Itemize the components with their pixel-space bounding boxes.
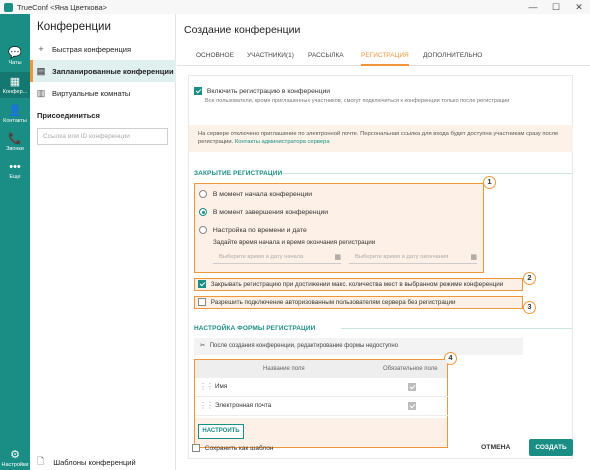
maximize-button[interactable]: ☐ bbox=[545, 0, 567, 14]
tab-registration[interactable]: РЕГИСТРАЦИЯ bbox=[361, 46, 409, 66]
section-divider bbox=[283, 173, 573, 174]
app-logo-icon bbox=[4, 2, 13, 12]
admin-contacts-link[interactable]: Контакты администратора сервера bbox=[235, 139, 330, 145]
scissors-icon: ✂ bbox=[200, 343, 206, 349]
conference-id-input[interactable]: Ссылка или ID конференции bbox=[37, 128, 168, 145]
sidebar-item-virtual-rooms[interactable]: ▥ Виртуальные комнаты bbox=[30, 82, 176, 104]
sidebar-item-templates[interactable]: 🗋 Шаблоны конференций bbox=[37, 454, 136, 470]
radio-custom[interactable] bbox=[199, 226, 207, 234]
create-button[interactable]: СОЗДАТЬ bbox=[529, 439, 573, 456]
callout-badge-2: 2 bbox=[523, 272, 536, 285]
table-row[interactable]: ⋮⋮ Имя bbox=[195, 378, 448, 397]
column-header-required: Обязательное поле bbox=[383, 360, 438, 378]
registration-form-table: Название поля Обязательное поле ⋮⋮ Имя ⋮… bbox=[195, 360, 448, 418]
configure-button[interactable]: НАСТРОИТЬ bbox=[198, 424, 244, 439]
tab-bar: ОСНОВНОЕ УЧАСТНИКИ(1) РАССЫЛКА РЕГИСТРАЦ… bbox=[177, 46, 590, 66]
radio-start[interactable] bbox=[199, 190, 207, 198]
column-header-name: Название поля bbox=[263, 360, 305, 378]
page-title: Создание конференции bbox=[184, 24, 301, 36]
required-checkbox-disabled bbox=[408, 402, 416, 410]
sidebar-item-scheduled-conferences[interactable]: ▤ Запланированные конференции bbox=[30, 60, 176, 82]
rail-item-conferences[interactable]: ▦ Конфер... bbox=[0, 72, 30, 98]
tab-general[interactable]: ОСНОВНОЕ bbox=[196, 46, 234, 66]
close-on-max-checkbox[interactable] bbox=[198, 280, 206, 288]
tab-mailing[interactable]: РАССЫЛКА bbox=[308, 46, 344, 66]
more-icon: ••• bbox=[9, 161, 21, 173]
end-datetime-picker[interactable]: Выберите время и дату окончания ▦ bbox=[349, 252, 477, 264]
allow-auth-row[interactable]: Разрешить подключение авторизованным пол… bbox=[198, 298, 455, 306]
calendar-icon: ▦ bbox=[334, 254, 341, 261]
template-icon: 🗋 bbox=[37, 456, 45, 466]
rail-item-contacts[interactable]: 👤 Контакты bbox=[0, 102, 30, 126]
sidebar-item-quick-conference[interactable]: + Быстрая конференция bbox=[30, 38, 176, 60]
save-template-row[interactable]: Сохранить как шаблон bbox=[192, 444, 274, 452]
room-icon: ▥ bbox=[36, 87, 46, 98]
gear-icon: ⚙ bbox=[10, 449, 20, 461]
close-registration-section-title: ЗАКРЫТИЕ РЕГИСТРАЦИИ bbox=[194, 170, 283, 177]
rail-item-chats[interactable]: 💬 Чаты bbox=[0, 44, 30, 68]
cancel-button[interactable]: ОТМЕНА bbox=[481, 444, 510, 451]
form-locked-notice: ✂ После создания конференции, редактиров… bbox=[194, 338, 523, 355]
time-range-hint: Задайте время начала и время окончания р… bbox=[213, 239, 376, 246]
registration-panel: Включить регистрацию в конференции Все п… bbox=[188, 75, 573, 459]
form-section-title: НАСТРОЙКА ФОРМЫ РЕГИСТРАЦИИ bbox=[194, 325, 316, 332]
callout-badge-1: 1 bbox=[483, 176, 496, 189]
close-button[interactable]: ✕ bbox=[568, 0, 590, 14]
required-checkbox-disabled bbox=[408, 383, 416, 391]
minimize-button[interactable]: — bbox=[522, 0, 544, 14]
tab-participants[interactable]: УЧАСТНИКИ(1) bbox=[247, 46, 294, 66]
rail-item-calls[interactable]: 📞 Звонки bbox=[0, 130, 30, 154]
enable-registration-hint: Все пользователи, кроме приглашенных уча… bbox=[205, 98, 510, 104]
chat-icon: 💬 bbox=[8, 47, 22, 59]
radio-option-custom[interactable]: Настройка по времени и дате bbox=[199, 226, 307, 234]
radio-end[interactable] bbox=[199, 208, 207, 216]
rail-item-settings[interactable]: ⚙ Настройки bbox=[0, 446, 30, 470]
nav-rail: 💬 Чаты ▦ Конфер... 👤 Контакты 📞 Звонки •… bbox=[0, 14, 30, 470]
conference-icon: ▦ bbox=[9, 76, 21, 88]
radio-option-start[interactable]: В момент начала конференции bbox=[199, 190, 312, 198]
plus-icon: + bbox=[38, 44, 44, 54]
calendar-icon: ▦ bbox=[470, 254, 477, 261]
allow-auth-checkbox[interactable] bbox=[198, 298, 206, 306]
drag-handle-icon[interactable]: ⋮⋮ bbox=[199, 401, 214, 410]
join-label: Присоединиться bbox=[37, 111, 100, 120]
info-notice: На сервере отключено приглашение по элек… bbox=[189, 125, 573, 152]
radio-option-end[interactable]: В момент завершения конференции bbox=[199, 208, 328, 216]
window-title: TrueConf <Яна Цветкова> bbox=[17, 2, 108, 12]
calendar-list-icon: ▤ bbox=[36, 65, 46, 76]
title-bar: TrueConf <Яна Цветкова> bbox=[0, 0, 590, 14]
phone-icon: 📞 bbox=[8, 133, 22, 145]
start-datetime-picker[interactable]: Выберите время и дату начала ▦ bbox=[213, 252, 341, 264]
drag-handle-icon[interactable]: ⋮⋮ bbox=[199, 382, 214, 391]
conferences-sidebar: Конференции + Быстрая конференция ▤ Запл… bbox=[30, 14, 176, 470]
save-template-checkbox[interactable] bbox=[192, 444, 200, 452]
create-conference-view: Создание конференции ОСНОВНОЕ УЧАСТНИКИ(… bbox=[177, 14, 590, 470]
close-on-max-row[interactable]: Закрывать регистрацию при достижении мак… bbox=[198, 280, 503, 288]
tab-additional[interactable]: ДОПОЛНИТЕЛЬНО bbox=[423, 46, 482, 66]
contacts-icon: 👤 bbox=[8, 105, 22, 117]
enable-registration-checkbox[interactable] bbox=[194, 87, 202, 95]
sidebar-title: Конференции bbox=[37, 21, 111, 33]
enable-registration-row[interactable]: Включить регистрацию в конференции bbox=[194, 87, 330, 95]
section-divider bbox=[341, 328, 573, 329]
table-row[interactable]: ⋮⋮ Электронная почта bbox=[195, 397, 448, 416]
callout-badge-3: 3 bbox=[523, 301, 536, 314]
rail-item-more[interactable]: ••• Еще bbox=[0, 158, 30, 182]
